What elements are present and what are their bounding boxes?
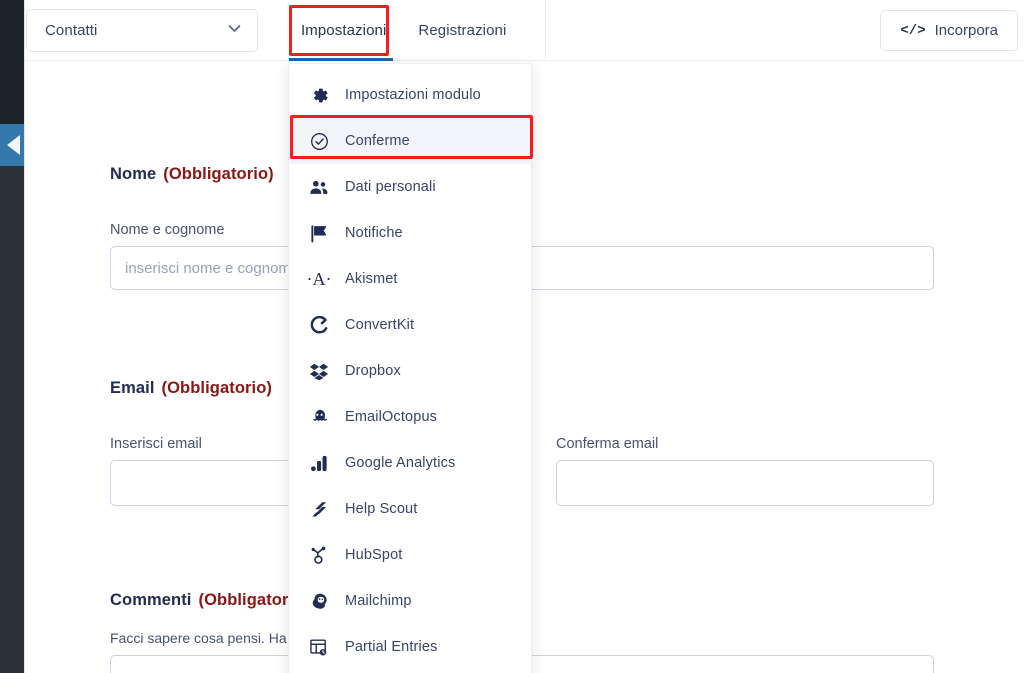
field-email-title-text: Email <box>110 379 155 397</box>
menu-item-dati-personali[interactable]: Dati personali <box>289 164 531 210</box>
menu-item-convertkit[interactable]: ConvertKit <box>289 302 531 348</box>
tab-impostazioni[interactable]: Impostazioni <box>287 14 400 47</box>
hubspot-icon <box>309 545 329 565</box>
embed-button-label: Incorpora <box>934 22 998 39</box>
menu-item-label: Partial Entries <box>345 639 438 655</box>
form-select-value: Contatti <box>45 22 98 39</box>
menu-item-impostazioni-modulo[interactable]: Impostazioni modulo <box>289 72 531 118</box>
tab-registrazioni-label: Registrazioni <box>418 22 507 39</box>
menu-item-notifiche[interactable]: Notifiche <box>289 210 531 256</box>
code-icon: </> <box>900 22 926 39</box>
menu-item-label: Notifiche <box>345 225 403 241</box>
field-email-confirm-input[interactable] <box>556 460 934 506</box>
field-nome-required-badge: (Obbligatorio) <box>163 165 274 183</box>
menu-item-label: HubSpot <box>345 547 403 563</box>
admin-sidebar-rail-lower <box>0 166 24 673</box>
flag-icon <box>309 223 329 243</box>
google-analytics-icon <box>309 453 329 473</box>
convertkit-icon <box>309 315 329 335</box>
toolbar: Contatti Impostazioni Registrazioni </> … <box>25 0 1024 61</box>
menu-item-label: Dropbox <box>345 363 401 379</box>
check-circle-icon <box>309 131 329 151</box>
settings-dropdown-menu: Impostazioni modulo Conferme Dati person… <box>288 63 532 673</box>
gear-icon <box>309 85 329 105</box>
form-select[interactable]: Contatti <box>26 9 258 52</box>
menu-item-label: Help Scout <box>345 501 418 517</box>
menu-item-akismet[interactable]: ·A· Akismet <box>289 256 531 302</box>
field-email-required-badge: (Obbligatorio) <box>161 379 272 397</box>
menu-item-mailchimp[interactable]: Mailchimp <box>289 578 531 624</box>
embed-button[interactable]: </> Incorpora <box>880 10 1018 51</box>
sidebar-collapse-handle[interactable] <box>0 124 24 166</box>
mailchimp-icon <box>309 591 329 611</box>
menu-item-label: EmailOctopus <box>345 409 438 425</box>
menu-item-partial-entries[interactable]: Partial Entries <box>289 624 531 670</box>
field-email-confirm-sublabel: Conferma email <box>556 436 659 452</box>
emailoctopus-icon <box>309 407 329 427</box>
menu-item-google-analytics[interactable]: Google Analytics <box>289 440 531 486</box>
menu-item-label: Dati personali <box>345 179 436 195</box>
menu-item-hubspot[interactable]: HubSpot <box>289 532 531 578</box>
menu-item-label: Conferme <box>345 133 410 149</box>
menu-item-conferme[interactable]: Conferme <box>289 118 531 164</box>
help-scout-icon <box>309 499 329 519</box>
field-commenti-title-text: Commenti <box>110 591 192 609</box>
partial-entries-icon <box>309 637 329 657</box>
chevron-down-icon <box>226 20 243 42</box>
menu-item-dropbox[interactable]: Dropbox <box>289 348 531 394</box>
menu-item-label: ConvertKit <box>345 317 415 333</box>
menu-item-help-scout[interactable]: Help Scout <box>289 486 531 532</box>
users-icon <box>309 177 329 197</box>
menu-item-label: Google Analytics <box>345 455 456 471</box>
tab-bar: Impostazioni Registrazioni <box>287 0 520 61</box>
dropbox-icon <box>309 361 329 381</box>
menu-item-emailoctopus[interactable]: EmailOctopus <box>289 394 531 440</box>
toolbar-divider <box>545 0 546 61</box>
app-window: Contatti Impostazioni Registrazioni </> … <box>0 0 1024 673</box>
menu-item-label: Impostazioni modulo <box>345 87 481 103</box>
field-nome-title-text: Nome <box>110 165 157 183</box>
menu-item-label: Akismet <box>345 271 398 287</box>
tab-impostazioni-label: Impostazioni <box>301 22 387 39</box>
tab-registrazioni[interactable]: Registrazioni <box>404 14 520 47</box>
menu-item-label: Mailchimp <box>345 593 412 609</box>
akismet-icon: ·A· <box>306 269 332 289</box>
